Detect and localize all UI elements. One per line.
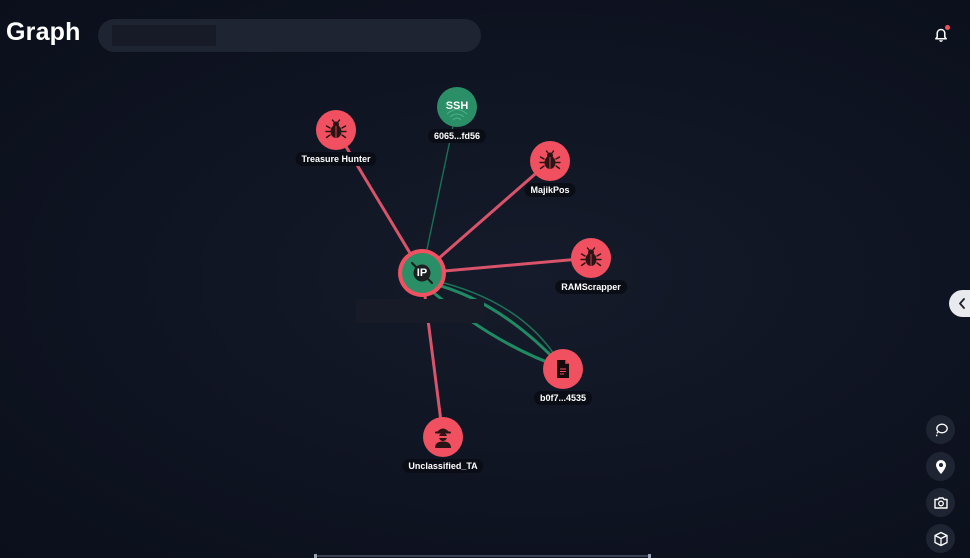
actor-node-circle [423,417,463,457]
chevron-left-icon [959,298,965,309]
malware-node-circle [530,141,570,181]
screenshot-button[interactable] [926,488,955,517]
bug-icon [325,119,347,139]
hacker-icon [435,428,451,448]
lasso-icon [935,423,948,437]
cube-icon [933,531,948,546]
malware-node-circle [316,110,356,150]
ssh-icon: SSH [437,87,477,127]
graph-edges [334,106,592,438]
ip-node-ring: IP [398,249,446,297]
document-icon [557,360,569,378]
collapse-panel-button[interactable] [949,290,970,317]
ssh-node-text: SSH [445,100,469,112]
edge-ip-file-a [429,281,565,370]
node-majikpos-label: MajikPos [524,183,576,197]
bug-icon [580,247,602,267]
bug-icon [539,150,561,170]
ip-node-text: IP [416,267,428,279]
scrollbar-end-cap [648,554,651,558]
camera-icon [933,496,948,509]
edge-ip-ram [421,256,592,275]
node-ssh-label: 6065...fd56 [427,129,487,143]
ip-label-redacted [356,299,484,323]
file-node-circle [543,349,583,389]
node-treasure-hunter-label: Treasure Hunter [295,152,377,166]
location-pin-icon [935,459,946,474]
scrollbar-start-cap [314,554,317,558]
location-button[interactable] [926,452,955,481]
node-file-label: b0f7...4535 [533,391,593,405]
malware-node-circle [571,238,611,278]
horizontal-scrollbar[interactable] [316,555,650,557]
3d-view-button[interactable] [926,524,955,553]
ip-node-circle: IP [402,253,442,293]
lasso-select-button[interactable] [926,415,955,444]
node-threat-actor-label: Unclassified_TA [402,459,484,473]
node-ramscrapper-label: RAMScrapper [555,280,627,294]
edge-ip-majik [421,159,551,275]
